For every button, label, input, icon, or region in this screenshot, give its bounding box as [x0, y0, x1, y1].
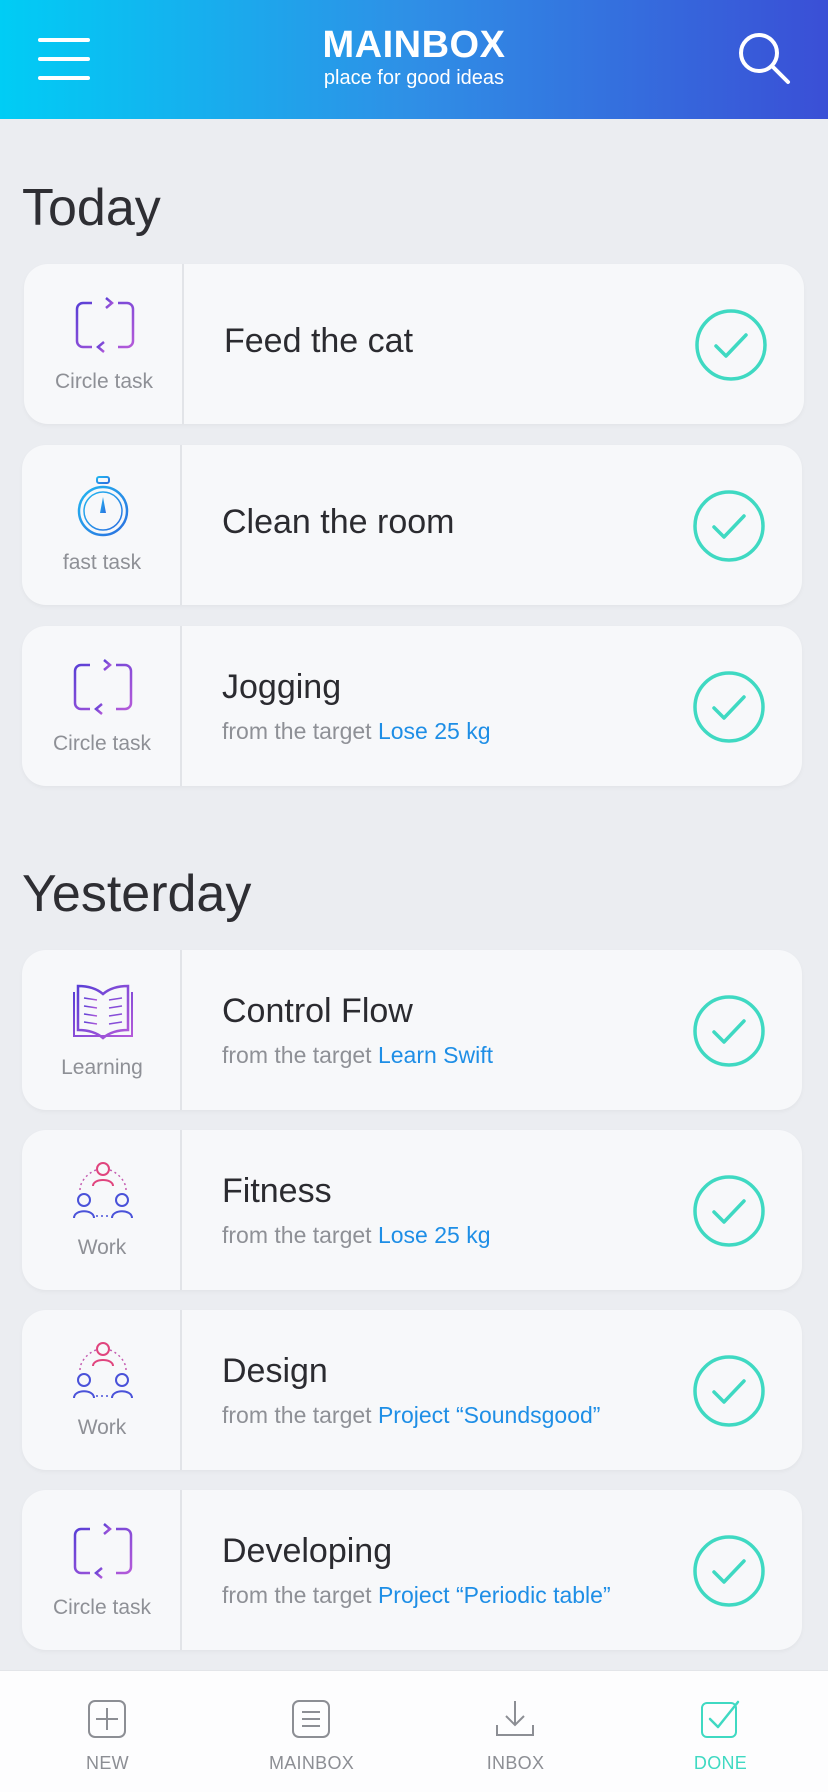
checkmark-circle-icon[interactable] [692, 670, 766, 744]
task-card[interactable]: Circle task Feed the cat [24, 264, 804, 424]
task-subtitle: from the target Learn Swift [222, 1042, 493, 1069]
bottom-tab-bar: NEW MAINBOX INBOX DONE [0, 1670, 828, 1792]
repeat-icon [75, 297, 135, 353]
tab-new[interactable]: NEW [4, 1671, 211, 1792]
download-icon [496, 1701, 534, 1736]
task-type-label: Work [77, 1236, 127, 1259]
task-type-panel: Circle task [24, 264, 184, 424]
checkmark-circle-icon[interactable] [692, 994, 766, 1068]
checkmark-circle-icon[interactable] [694, 308, 768, 382]
tab-label: NEW [86, 1753, 129, 1773]
checkmark-circle-icon[interactable] [692, 1354, 766, 1428]
task-card[interactable]: Learning Control Flow from the target Le… [22, 950, 802, 1110]
repeat-icon [73, 1523, 133, 1579]
task-type-panel: Circle task [22, 1490, 182, 1650]
task-type-panel: Work [22, 1130, 182, 1290]
task-subtitle: from the target Lose 25 kg [222, 718, 491, 745]
task-subtitle-prefix: from the target [222, 718, 378, 744]
task-title: Control Flow [222, 992, 413, 1030]
task-subtitle-prefix: from the target [222, 1222, 378, 1248]
tab-label: DONE [693, 1753, 748, 1773]
task-title: Developing [222, 1532, 393, 1570]
task-card[interactable]: fast task Clean the room [22, 445, 802, 605]
checkmark-circle-icon[interactable] [692, 1534, 766, 1608]
app-title: MAINBOX [322, 24, 506, 66]
task-subtitle-prefix: from the target [222, 1402, 378, 1428]
task-subtitle: from the target Lose 25 kg [222, 1222, 491, 1249]
task-title: Fitness [222, 1172, 332, 1210]
task-title: Clean the room [222, 503, 455, 541]
tab-label: INBOX [486, 1753, 545, 1773]
checkmark-circle-icon[interactable] [692, 1174, 766, 1248]
task-type-label: fast task [62, 551, 142, 574]
task-type-label: Circle task [52, 732, 152, 755]
target-link[interactable]: Lose 25 kg [378, 718, 491, 744]
task-type-label: Learning [61, 1056, 143, 1079]
app-subtitle: place for good ideas [323, 67, 505, 89]
app-header: MAINBOX place for good ideas [0, 0, 828, 119]
task-type-panel: fast task [22, 445, 182, 605]
task-type-panel: Work [22, 1310, 182, 1470]
task-subtitle: from the target Project “Periodic table” [222, 1582, 611, 1609]
task-type-label: Circle task [54, 370, 154, 393]
task-title: Feed the cat [224, 322, 414, 360]
search-icon[interactable] [736, 30, 792, 86]
book-icon [73, 984, 133, 1040]
task-card[interactable]: Work Fitness from the target Lose 25 kg [22, 1130, 802, 1290]
task-title: Design [222, 1352, 328, 1390]
task-card[interactable]: Work Design from the target Project “Sou… [22, 1310, 802, 1470]
repeat-icon [73, 659, 133, 715]
task-card[interactable]: Circle task Developing from the target P… [22, 1490, 802, 1650]
tab-label: MAINBOX [268, 1753, 355, 1773]
task-type-label: Circle task [52, 1596, 152, 1619]
section-title-yesterday: Yesterday [22, 865, 252, 923]
task-card[interactable]: Circle task Jogging from the target Lose… [22, 626, 802, 786]
task-subtitle-prefix: from the target [222, 1042, 378, 1068]
list-square-icon [292, 1700, 330, 1738]
target-link[interactable]: Project “Periodic table” [378, 1582, 611, 1608]
plus-square-icon [88, 1700, 126, 1738]
target-link[interactable]: Learn Swift [378, 1042, 493, 1068]
tab-inbox[interactable]: INBOX [412, 1671, 619, 1792]
checkmark-circle-icon[interactable] [692, 489, 766, 563]
task-subtitle: from the target Project “Soundsgood” [222, 1402, 600, 1429]
task-type-panel: Learning [22, 950, 182, 1110]
check-square-icon [701, 1700, 740, 1738]
target-link[interactable]: Lose 25 kg [378, 1222, 491, 1248]
tab-done[interactable]: DONE [617, 1671, 824, 1792]
team-icon [73, 1162, 133, 1219]
section-title-today: Today [22, 179, 161, 237]
task-title: Jogging [222, 668, 342, 706]
team-icon [73, 1342, 133, 1399]
target-link[interactable]: Project “Soundsgood” [378, 1402, 600, 1428]
tab-mainbox[interactable]: MAINBOX [208, 1671, 415, 1792]
task-type-label: Work [77, 1416, 127, 1439]
task-type-panel: Circle task [22, 626, 182, 786]
stopwatch-icon [77, 476, 129, 537]
task-subtitle-prefix: from the target [222, 1582, 378, 1608]
